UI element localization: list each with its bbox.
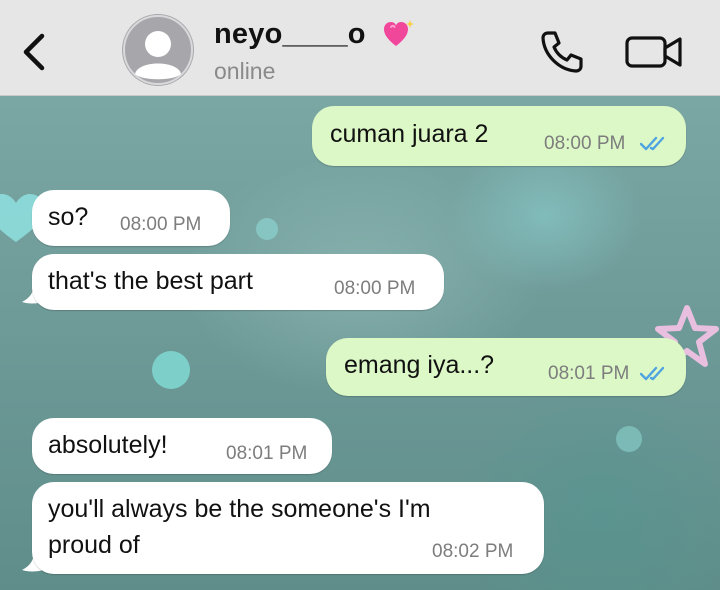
read-ticks-icon xyxy=(640,366,665,381)
contact-status: online xyxy=(214,58,276,84)
message-time: 08:02 PM xyxy=(432,541,514,562)
message-bubble-outgoing[interactable]: emang iya...? 08:01 PM xyxy=(326,338,686,396)
bubble-decoration xyxy=(616,426,642,452)
message-text: absolutely! xyxy=(48,431,168,459)
avatar[interactable] xyxy=(122,14,194,86)
message-text-line: proud of xyxy=(48,531,140,559)
person-icon xyxy=(123,15,193,85)
read-ticks-icon xyxy=(640,136,665,151)
video-camera-icon[interactable] xyxy=(624,32,684,72)
message-time: 08:00 PM xyxy=(120,214,202,235)
message-bubble-incoming[interactable]: so? 08:00 PM xyxy=(32,190,230,246)
message-bubble-incoming[interactable]: you'll always be the someone's I'm proud… xyxy=(32,482,544,574)
message-time: 08:01 PM xyxy=(226,443,308,464)
message-text: so? xyxy=(48,203,89,231)
message-bubble-incoming[interactable]: that's the best part 08:00 PM xyxy=(32,254,444,310)
message-text: that's the best part xyxy=(48,267,253,295)
chat-area[interactable]: cuman juara 2 08:00 PM so? 08:00 PM that… xyxy=(0,96,720,590)
message-text: emang iya...? xyxy=(344,351,495,379)
sparkling-heart-icon xyxy=(384,20,414,46)
contact-name[interactable]: neyo____o xyxy=(214,18,366,51)
message-time: 08:01 PM xyxy=(548,363,630,384)
message-bubble-outgoing[interactable]: cuman juara 2 08:00 PM xyxy=(312,106,686,166)
message-text: cuman juara 2 xyxy=(330,120,489,148)
chevron-left-icon[interactable] xyxy=(14,30,54,74)
message-bubble-incoming[interactable]: absolutely! 08:01 PM xyxy=(32,418,332,474)
phone-icon[interactable] xyxy=(538,28,586,76)
bubble-decoration xyxy=(256,218,278,240)
bubble-decoration xyxy=(152,351,190,389)
message-text-line: you'll always be the someone's I'm xyxy=(48,495,431,523)
chat-header: neyo____o online xyxy=(0,0,720,96)
message-time: 08:00 PM xyxy=(334,278,416,299)
message-time: 08:00 PM xyxy=(544,133,626,154)
